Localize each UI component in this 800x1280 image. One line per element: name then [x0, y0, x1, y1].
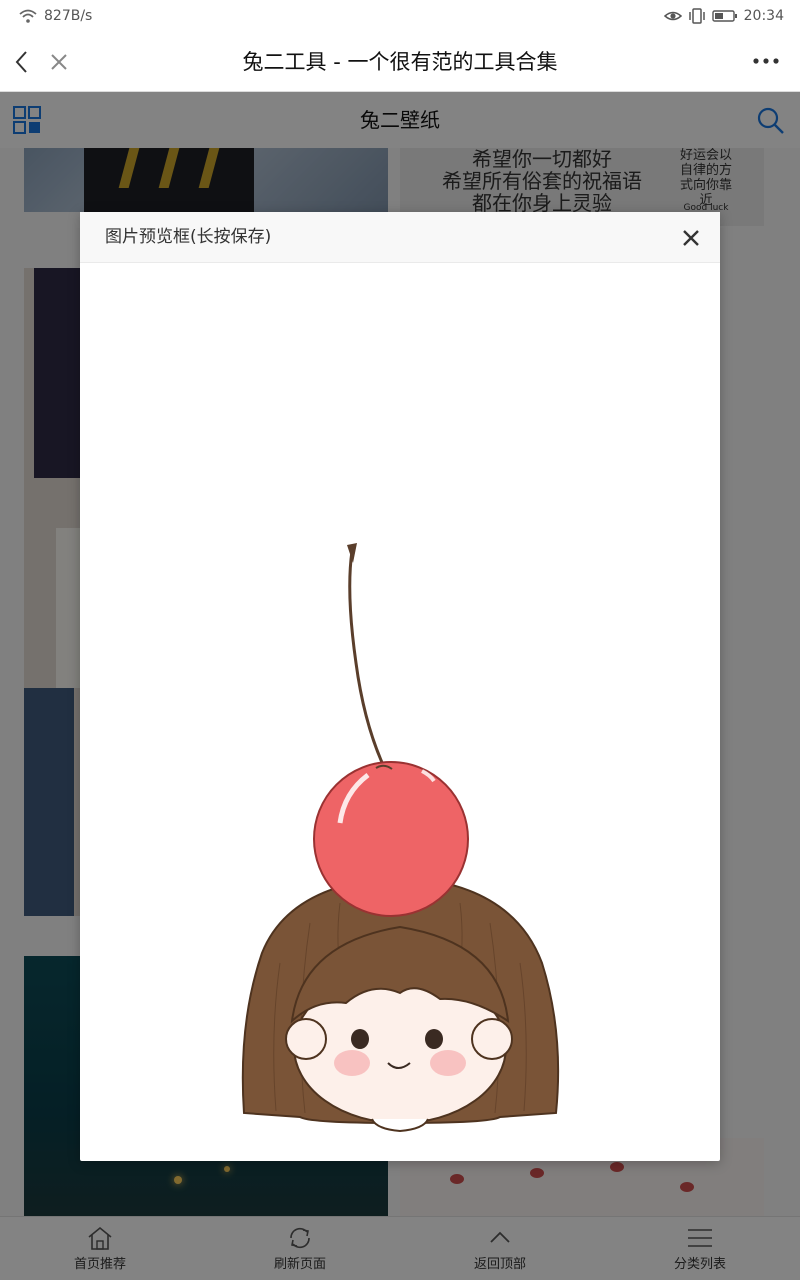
modal-title: 图片预览框(长按保存) — [105, 227, 272, 247]
status-left: 827B/s — [18, 8, 92, 24]
status-bar: 827B/s 20:34 — [0, 0, 800, 32]
more-icon[interactable] — [748, 46, 784, 78]
vibrate-icon — [688, 8, 705, 24]
close-icon[interactable] — [44, 44, 74, 80]
preview-image[interactable] — [80, 263, 720, 1161]
status-time: 20:34 — [743, 8, 784, 24]
close-icon[interactable] — [680, 227, 702, 249]
modal-header: 图片预览框(长按保存) — [80, 212, 720, 263]
battery-icon — [711, 10, 737, 22]
back-icon[interactable] — [8, 44, 44, 80]
browser-title: 兔二工具 - 一个很有范的工具合集 — [242, 50, 558, 74]
eye-icon — [663, 11, 682, 21]
net-speed: 827B/s — [44, 8, 93, 24]
image-preview-modal: 图片预览框(长按保存) — [80, 212, 720, 1161]
browser-bar: 兔二工具 - 一个很有范的工具合集 — [0, 32, 800, 92]
wifi-icon — [19, 9, 37, 23]
status-right: 20:34 — [663, 8, 784, 24]
